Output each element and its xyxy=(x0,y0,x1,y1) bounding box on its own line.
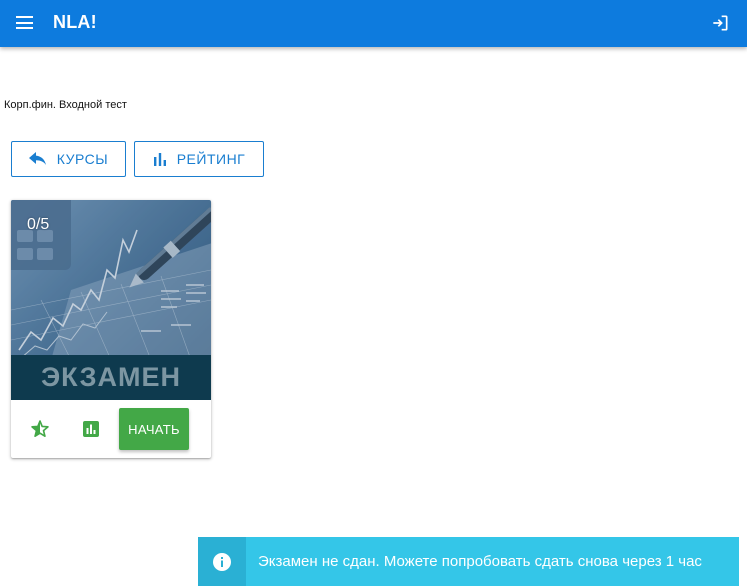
info-icon xyxy=(213,552,231,571)
reply-icon xyxy=(28,152,46,165)
exam-card: 0/5 ЭКЗАМЕН НАЧАТЬ xyxy=(11,200,211,458)
app-title: NLA! xyxy=(53,12,97,32)
start-button[interactable]: НАЧАТЬ xyxy=(119,408,189,450)
logout-icon[interactable] xyxy=(710,13,730,33)
exam-card-image: 0/5 ЭКЗАМЕН xyxy=(11,200,211,400)
app-bar: NLA! xyxy=(0,0,747,47)
exam-banner-text: ЭКЗАМЕН xyxy=(40,362,182,392)
menu-icon[interactable] xyxy=(16,16,33,29)
exam-banner: ЭКЗАМЕН xyxy=(11,355,211,400)
rating-button[interactable]: РЕЙТИНГ xyxy=(134,141,264,177)
snackbar: Экзамен не сдан. Можете попробовать сдат… xyxy=(198,537,739,586)
courses-button[interactable]: КУРСЫ xyxy=(11,141,126,177)
bar-chart-icon xyxy=(153,153,166,166)
star-half-icon[interactable] xyxy=(30,419,50,439)
snackbar-icon-area xyxy=(198,537,246,586)
snackbar-message: Экзамен не сдан. Можете попробовать сдат… xyxy=(258,553,702,570)
page-title: Корп.фин. Входной тест xyxy=(4,99,127,111)
progress-count: 0/5 xyxy=(27,216,50,233)
rating-button-label: РЕЙТИНГ xyxy=(176,151,246,167)
poll-icon[interactable] xyxy=(81,419,101,439)
courses-button-label: КУРСЫ xyxy=(56,151,109,167)
